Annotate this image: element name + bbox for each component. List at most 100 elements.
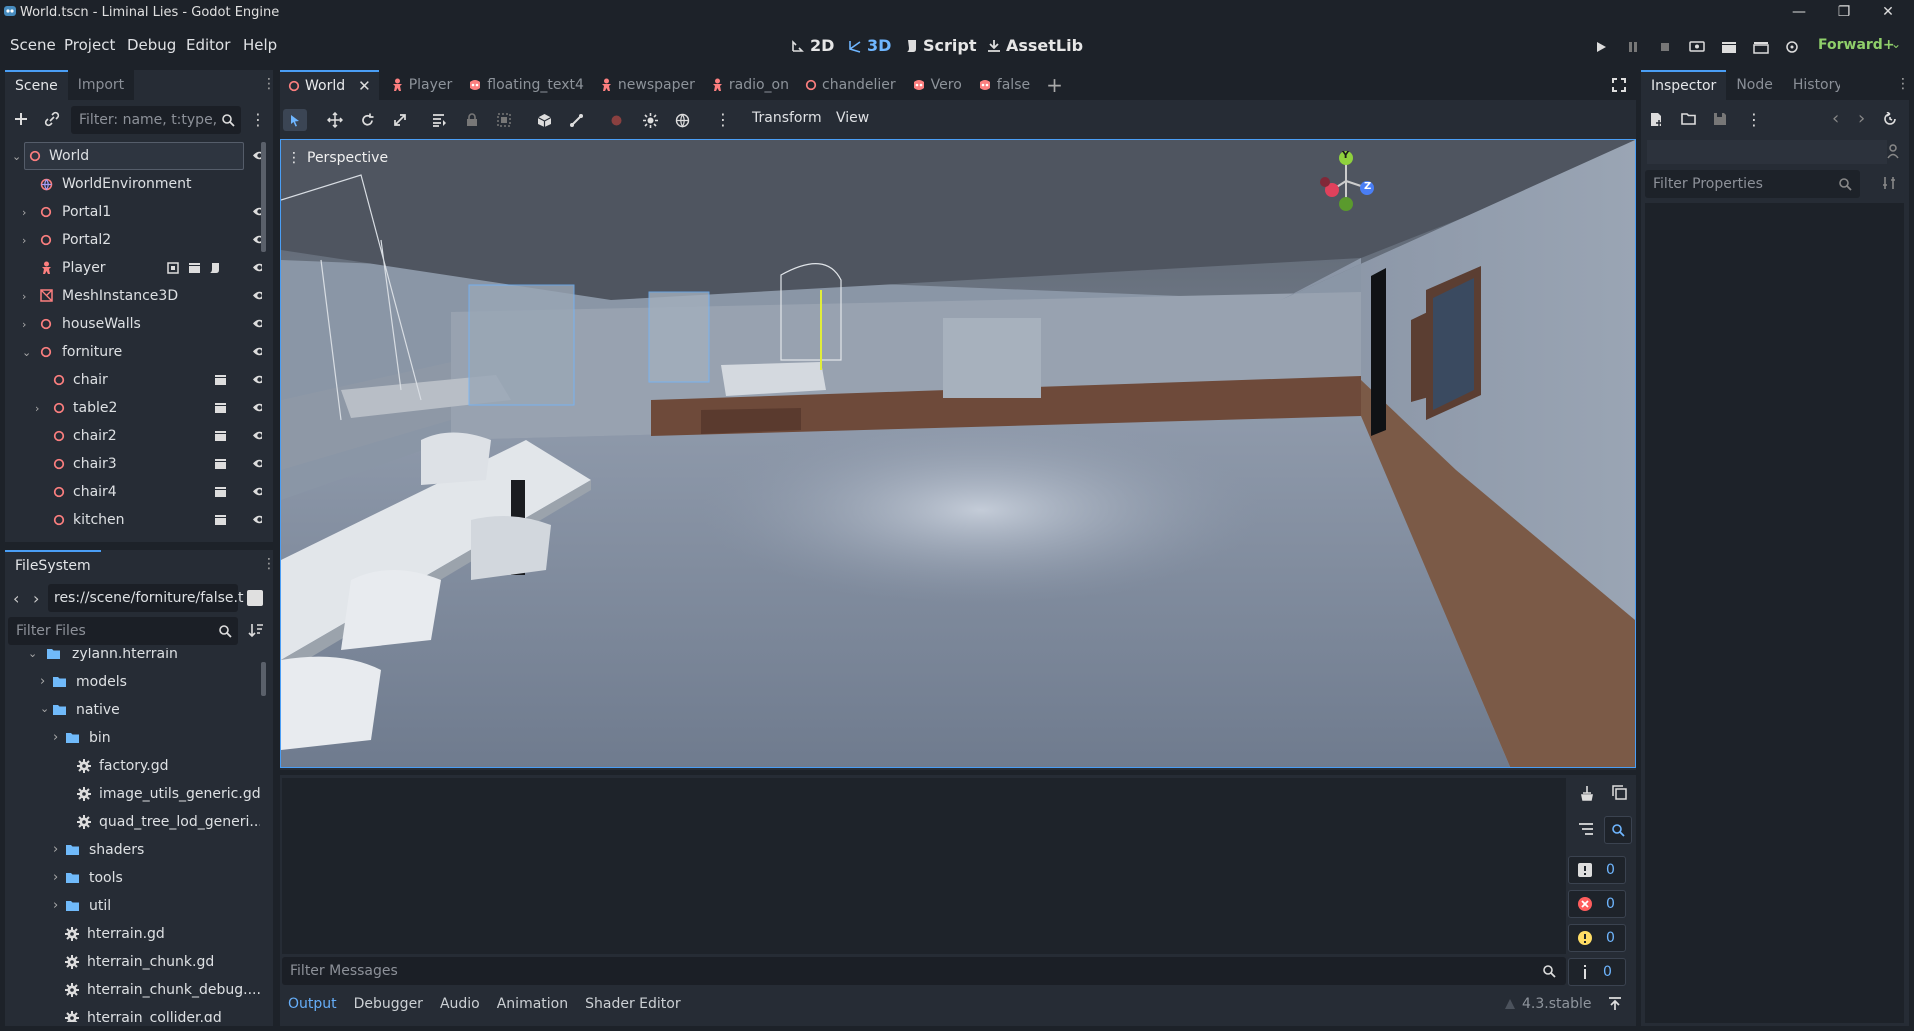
tab-scene-chandelier[interactable]: chandelier [797,70,904,100]
visibility-icon[interactable] [252,457,262,470]
run-specific-scene-button[interactable] [1748,36,1774,58]
chevron-right-icon[interactable]: › [22,290,34,303]
add-tab-button[interactable]: + [1038,70,1071,100]
tab-scene-vero[interactable]: Vero [904,70,970,100]
menu-debug[interactable]: Debug [127,36,176,54]
clapper-icon[interactable] [214,430,227,442]
back-icon[interactable]: ‹ [13,589,19,608]
lock-button[interactable] [460,109,484,131]
tree-row-kitchen[interactable]: kitchen [12,506,262,534]
clapper-icon[interactable] [214,486,227,498]
chevron-right-icon[interactable]: › [22,206,34,219]
chevron-right-icon[interactable]: › [35,402,47,415]
view-menu[interactable]: View [836,110,869,126]
tree-row-portal1[interactable]: › Portal1 [12,198,262,226]
chevron-down-icon[interactable]: ⌄ [22,346,34,359]
tree-row-chair2[interactable]: chair2 [12,422,262,450]
tree-row-meshinstance3d[interactable]: › MeshInstance3D [12,282,262,310]
history-back-icon[interactable]: ‹ [1832,108,1839,129]
tree-row-world[interactable]: ⌄ World [12,142,262,170]
messages-counter[interactable]: 0 [1568,856,1626,884]
renderer-select[interactable]: Forward+ [1818,37,1895,53]
tab-debugger[interactable]: Debugger [354,996,423,1012]
tree-row-table2[interactable]: › table2 [12,394,262,422]
errors-counter[interactable]: 0 [1568,890,1626,918]
minimize-button[interactable]: — [1777,0,1821,24]
scene-options-icon[interactable]: ⋮ [250,110,266,129]
tab-inspector[interactable]: Inspector [1641,70,1727,100]
open-in-editor-icon[interactable] [167,262,179,274]
tab-scene-world[interactable]: World ✕ [280,70,379,100]
visibility-icon[interactable] [252,373,262,386]
object-selector[interactable] [1647,140,1887,164]
chevron-right-icon[interactable]: › [40,674,45,689]
filesystem-filter-input[interactable]: Filter Files [8,617,238,645]
menu-help[interactable]: Help [243,36,277,54]
mode-script-button[interactable]: Script [905,36,976,55]
visibility-icon[interactable] [252,485,262,498]
dock-menu-icon[interactable]: ⋮ [262,76,276,92]
more-options-icon[interactable]: ⋮ [715,110,731,129]
forward-icon[interactable]: › [33,589,39,608]
restore-button[interactable]: ❐ [1822,0,1866,24]
tree-row-chair4[interactable]: chair4 [12,478,262,506]
close-icon[interactable]: ✕ [358,77,371,95]
tab-output[interactable]: Output [288,996,337,1012]
instantiate-scene-button[interactable] [44,111,60,127]
load-resource-icon[interactable] [1681,112,1697,126]
tree-row-forniture[interactable]: ⌄ forniture [12,338,262,366]
more-options-icon[interactable]: ⋮ [1746,110,1762,129]
clapper-icon[interactable] [214,402,227,414]
filter-properties-input[interactable]: Filter Properties [1645,170,1860,198]
history-forward-icon[interactable]: › [1858,108,1865,129]
tree-row-portal2[interactable]: › Portal2 [12,226,262,254]
distraction-free-icon[interactable] [1612,78,1626,92]
scale-tool-button[interactable] [388,109,412,131]
tab-animation[interactable]: Animation [497,996,568,1012]
rotate-tool-button[interactable] [355,109,379,131]
view-gizmo[interactable]: Y Z [1311,146,1381,216]
movie-maker-button[interactable] [1780,36,1806,58]
remote-debug-button[interactable] [1684,36,1710,58]
script-icon[interactable] [209,262,220,274]
clapper-icon[interactable] [214,458,227,470]
object-properties-icon[interactable] [1886,143,1900,159]
dock-menu-icon[interactable]: ⋮ [262,556,276,572]
tab-filesystem[interactable]: FileSystem [5,550,101,580]
visibility-icon[interactable] [252,261,262,274]
chevron-down-icon[interactable]: ⌄ [12,150,24,163]
expand-panel-icon[interactable] [1608,997,1622,1011]
clapper-icon[interactable] [188,262,201,274]
list-select-button[interactable] [427,109,451,131]
dock-menu-icon[interactable]: ⋮ [1896,76,1910,92]
chevron-down-icon[interactable]: ⌄ [40,702,49,715]
menu-scene[interactable]: Scene [10,36,56,54]
sort-icon[interactable] [248,622,264,638]
mode-assetlib-button[interactable]: AssetLib [987,36,1083,55]
collapse-icon[interactable] [1578,822,1594,836]
preview-sunlight-button[interactable] [638,109,662,131]
warnings-counter[interactable]: 0 [1568,924,1626,952]
stop-button[interactable] [1652,36,1678,58]
tab-audio[interactable]: Audio [440,996,480,1012]
tab-scene[interactable]: Scene [5,70,68,100]
new-resource-icon[interactable] [1650,112,1664,127]
toggle-split-icon[interactable] [247,590,263,606]
scene-filter-input[interactable]: Filter: name, t:type, [71,106,241,134]
close-window-button[interactable]: ✕ [1866,0,1910,24]
visibility-icon[interactable] [252,317,262,330]
filesystem-path-input[interactable]: res://scene/forniture/false.t [48,584,243,612]
chevron-right-icon[interactable]: › [22,234,34,247]
tab-scene-radio-on[interactable]: radio_on [703,70,797,100]
tab-scene-player[interactable]: Player [383,70,461,100]
mode-3d-button[interactable]: 3D [848,36,891,55]
tree-row-worldenvironment[interactable]: WorldEnvironment [12,170,262,198]
visibility-icon[interactable] [252,401,262,414]
chevron-down-icon[interactable]: ⌄ [28,648,37,660]
chevron-right-icon[interactable]: › [53,870,58,885]
tab-scene-newspaper[interactable]: newspaper [592,70,703,100]
visibility-icon[interactable] [252,345,262,358]
info-counter[interactable]: 0 [1568,958,1626,986]
tab-shader-editor[interactable]: Shader Editor [585,996,680,1012]
perspective-menu[interactable]: ⋮ Perspective [287,150,388,166]
